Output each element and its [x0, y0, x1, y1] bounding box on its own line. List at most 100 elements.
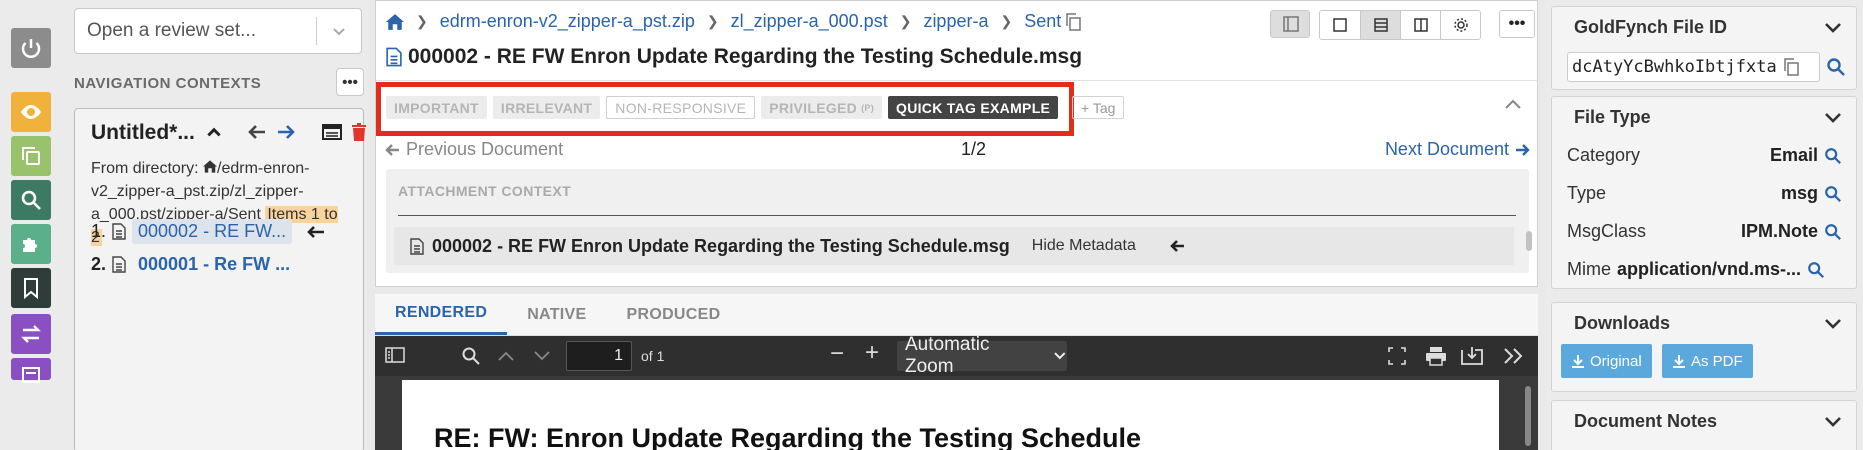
context-list-item[interactable]: 2. 000001 - Re FW ...	[91, 254, 290, 275]
download-icon[interactable]	[1461, 346, 1483, 366]
document-icon	[386, 47, 402, 67]
field-mime: Mime application/vnd.ms-...	[1567, 259, 1842, 280]
pdf-viewer-area: RE: FW: Enron Update Regarding the Testi…	[375, 376, 1538, 450]
layout-toggle-group	[1319, 10, 1481, 40]
breadcrumb-item[interactable]: Sent	[1024, 11, 1061, 32]
chevron-up-icon[interactable]	[205, 123, 223, 141]
search-icon[interactable]	[1824, 147, 1842, 165]
search-icon[interactable]	[11, 180, 51, 220]
add-tag-button[interactable]: + Tag	[1072, 96, 1125, 119]
document-counter: 1/2	[961, 139, 987, 159]
context-desc-prefix: From directory:	[91, 160, 204, 177]
home-icon[interactable]	[386, 13, 404, 30]
breadcrumb-item[interactable]: zl_zipper-a_000.pst	[731, 11, 888, 32]
search-icon[interactable]	[1807, 261, 1825, 279]
copy-icon[interactable]	[1065, 12, 1081, 31]
layout-single-button[interactable]	[1320, 11, 1360, 39]
arrow-left-icon[interactable]	[247, 123, 267, 141]
arrow-right-icon[interactable]	[276, 123, 296, 141]
tools-chevron-icon[interactable]	[1502, 346, 1524, 366]
field-value: IPM.Note	[1740, 221, 1818, 241]
chevron-up-icon[interactable]	[497, 349, 515, 363]
power-icon[interactable]	[11, 28, 51, 68]
chevron-down-icon[interactable]	[1824, 415, 1842, 429]
hide-metadata-button[interactable]: Hide Metadata	[1032, 237, 1136, 255]
context-item-link[interactable]: 000002 - RE FW...	[132, 219, 293, 244]
tag-non-responsive[interactable]: NON-RESPONSIVE	[606, 96, 756, 119]
context-title: Untitled*...	[91, 121, 195, 144]
document-more-button[interactable]: •••	[1499, 10, 1535, 38]
page-number-input[interactable]: 1	[566, 341, 632, 371]
trash-icon[interactable]	[351, 123, 367, 141]
review-set-select[interactable]: Open a review set...	[74, 8, 362, 54]
breadcrumb-item[interactable]: edrm-enron-v2_zipper-a_pst.zip	[440, 11, 695, 32]
breadcrumb-separator: ❯	[706, 13, 719, 29]
layout-horizontal-split-button[interactable]	[1360, 11, 1400, 39]
pdf-toolbar: 1 of 1 − + Automatic Zoom	[375, 334, 1538, 377]
file-id-value: dcAtyYcBwhkoIbtjfxta	[1572, 57, 1777, 77]
tab-rendered[interactable]: RENDERED	[375, 294, 508, 335]
context-list-item[interactable]: 1. 000002 - RE FW...	[91, 219, 326, 244]
section-title: File Type	[1574, 107, 1651, 127]
layout-sidebar-button[interactable]	[1270, 10, 1310, 38]
navigation-more-button[interactable]: •••	[336, 68, 364, 96]
pdf-page: RE: FW: Enron Update Regarding the Testi…	[402, 380, 1499, 450]
chevron-down-icon[interactable]	[317, 23, 361, 39]
tab-native[interactable]: NATIVE	[507, 294, 606, 335]
sidebar-toggle-icon[interactable]	[385, 346, 405, 364]
context-item-link[interactable]: 000001 - Re FW ...	[138, 254, 290, 275]
previous-document-button[interactable]: Previous Document	[384, 139, 563, 160]
document-header-panel: ❯ edrm-enron-v2_zipper-a_pst.zip ❯ zl_zi…	[375, 0, 1539, 287]
chevron-down-icon[interactable]	[1824, 111, 1842, 125]
tag-quick-tag-example[interactable]: QUICK TAG EXAMPLE	[888, 96, 1059, 119]
search-icon[interactable]	[1826, 57, 1846, 77]
document-viewer: ❯ edrm-enron-v2_zipper-a_pst.zip ❯ zl_zi…	[375, 0, 1539, 450]
file-id-field[interactable]: dcAtyYcBwhkoIbtjfxta	[1567, 52, 1820, 82]
zoom-select[interactable]: Automatic Zoom	[897, 334, 1067, 377]
navigation-context-card: Untitled*... From directory: /edrm-enron…	[74, 108, 367, 450]
copy-icon[interactable]	[1783, 58, 1799, 76]
eye-icon[interactable]	[11, 92, 51, 132]
settings-gear-icon[interactable]	[1440, 11, 1480, 39]
chevron-up-icon[interactable]	[1504, 97, 1522, 116]
field-value: msg	[1780, 183, 1818, 203]
arrow-left-icon[interactable]	[1168, 239, 1186, 253]
zoom-out-icon[interactable]: −	[830, 340, 844, 368]
document-title-text: 000002 - RE FW Enron Update Regarding th…	[408, 45, 1083, 68]
download-pdf-button[interactable]: As PDF	[1662, 344, 1753, 378]
document-icon	[112, 256, 126, 273]
tab-produced[interactable]: PRODUCED	[607, 294, 741, 335]
search-icon[interactable]	[1824, 223, 1842, 241]
search-icon[interactable]	[1824, 185, 1842, 203]
transfer-icon[interactable]	[11, 314, 51, 354]
list-icon[interactable]	[11, 358, 51, 383]
zoom-in-icon[interactable]: +	[865, 339, 879, 367]
field-value: application/vnd.ms-...	[1617, 259, 1802, 279]
attachment-scrollbar[interactable]	[1526, 231, 1532, 251]
attachment-context-label: ATTACHMENT CONTEXT	[398, 183, 572, 199]
print-icon[interactable]	[1425, 346, 1447, 366]
pdf-scrollbar[interactable]	[1525, 386, 1531, 446]
attachment-row[interactable]: 000002 - RE FW Enron Update Regarding th…	[394, 227, 1514, 265]
download-icon	[1673, 355, 1685, 368]
chevron-down-icon[interactable]	[533, 349, 551, 363]
tag-irrelevant[interactable]: IRRELEVANT	[492, 96, 601, 119]
copy-icon[interactable]	[11, 136, 51, 176]
attachment-name[interactable]: 000002 - RE FW Enron Update Regarding th…	[432, 236, 1010, 257]
download-original-button[interactable]: Original	[1561, 344, 1652, 378]
puzzle-icon[interactable]	[11, 224, 51, 264]
presentation-mode-icon[interactable]	[1387, 346, 1407, 366]
tag-shortcut: (P)	[861, 102, 874, 113]
search-icon[interactable]	[461, 346, 481, 366]
tag-important[interactable]: IMPORTANT	[386, 96, 487, 119]
next-document-button[interactable]: Next Document	[1385, 139, 1531, 160]
chevron-down-icon[interactable]	[1824, 21, 1842, 35]
table-icon[interactable]	[322, 123, 342, 141]
breadcrumb-item[interactable]: zipper-a	[923, 11, 988, 32]
context-item-number: 2.	[91, 254, 107, 274]
chevron-down-icon[interactable]	[1824, 317, 1842, 331]
tag-privileged[interactable]: PRIVILEGED (P)	[761, 96, 882, 119]
field-key: MsgClass	[1567, 221, 1647, 241]
bookmark-icon[interactable]	[11, 268, 51, 308]
layout-vertical-split-button[interactable]	[1400, 11, 1440, 39]
